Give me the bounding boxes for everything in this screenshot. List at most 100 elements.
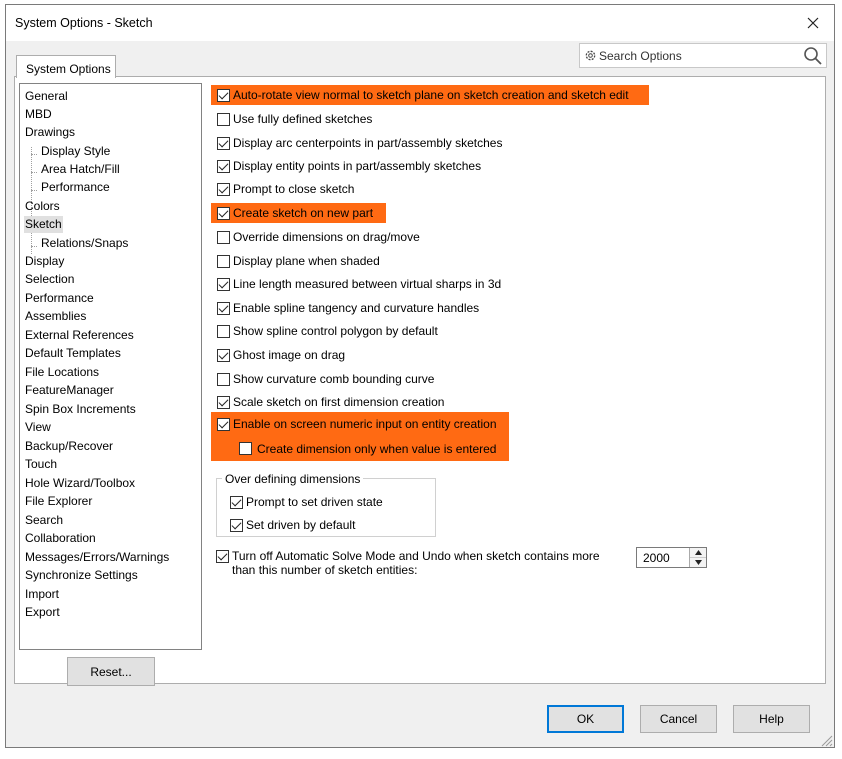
tree-connector: [31, 172, 37, 173]
sketch-entity-limit-spinbox[interactable]: 2000: [636, 547, 707, 568]
tree-item-collaboration[interactable]: Collaboration: [24, 530, 97, 547]
resize-grip-icon[interactable]: [819, 733, 833, 747]
tree-item-sketch[interactable]: Sketch: [24, 216, 63, 233]
ok-button[interactable]: OK: [547, 705, 624, 733]
option-set-driven-by-default[interactable]: Set driven by default: [230, 515, 355, 535]
option-spline-handles[interactable]: Enable spline tangency and curvature han…: [217, 298, 479, 318]
option-label: Create dimension only when value is ente…: [257, 441, 497, 456]
tree-item-featuremanager[interactable]: FeatureManager: [24, 382, 115, 399]
checkbox[interactable]: [217, 324, 230, 338]
help-label: Help: [759, 712, 784, 726]
tree-item-assemblies[interactable]: Assemblies: [24, 308, 87, 325]
tree-item-colors[interactable]: Colors: [24, 198, 61, 215]
checkbox[interactable]: [217, 301, 230, 315]
tree-item-drawings-performance[interactable]: Performance: [40, 179, 111, 196]
cancel-button[interactable]: Cancel: [640, 705, 717, 733]
cancel-label: Cancel: [659, 712, 698, 726]
tree-item-selection[interactable]: Selection: [24, 271, 75, 288]
option-label: Use fully defined sketches: [233, 112, 373, 126]
option-label: Display plane when shaded: [233, 254, 380, 268]
tree-item-external-references[interactable]: External References: [24, 327, 135, 344]
option-show-spline-control-polygon[interactable]: Show spline control polygon by default: [217, 321, 438, 341]
close-button[interactable]: [800, 11, 826, 35]
checkbox[interactable]: [217, 136, 230, 150]
tree-item-export[interactable]: Export: [24, 604, 61, 621]
checkbox[interactable]: [217, 88, 230, 102]
option-ghost-image-on-drag[interactable]: Ghost image on drag: [217, 345, 345, 365]
spin-down-button[interactable]: [690, 558, 706, 567]
checkbox[interactable]: [217, 254, 230, 268]
window-title: System Options - Sketch: [15, 16, 153, 30]
reset-button[interactable]: Reset...: [67, 657, 155, 686]
category-tree[interactable]: General MBD Drawings Display Style Area …: [19, 83, 202, 650]
tree-item-default-templates[interactable]: Default Templates: [24, 345, 122, 362]
option-scale-sketch-first-dimension[interactable]: Scale sketch on first dimension creation: [217, 392, 444, 412]
checkbox[interactable]: [216, 550, 229, 563]
checkbox[interactable]: [217, 230, 230, 244]
tab-system-options[interactable]: System Options: [16, 55, 116, 78]
tree-item-area-hatch-fill[interactable]: Area Hatch/Fill: [40, 161, 121, 178]
tree-item-search[interactable]: Search: [24, 512, 64, 529]
tree-item-hole-wizard-toolbox[interactable]: Hole Wizard/Toolbox: [24, 475, 136, 492]
tree-item-backup-recover[interactable]: Backup/Recover: [24, 438, 114, 455]
checkbox[interactable]: [217, 182, 230, 196]
help-button[interactable]: Help: [733, 705, 810, 733]
option-label: Auto-rotate view normal to sketch plane …: [233, 88, 629, 102]
option-label: Turn off Automatic Solve Mode and Undo w…: [232, 549, 600, 577]
search-icon[interactable]: [803, 46, 823, 66]
option-display-plane-when-shaded[interactable]: Display plane when shaded: [217, 251, 380, 271]
checkbox[interactable]: [217, 112, 230, 126]
title-bar: System Options - Sketch: [6, 5, 834, 41]
tree-item-display[interactable]: Display: [24, 253, 65, 270]
option-display-entity-points[interactable]: Display entity points in part/assembly s…: [217, 156, 481, 176]
option-curvature-comb-bounding[interactable]: Show curvature comb bounding curve: [217, 369, 434, 389]
tree-item-touch[interactable]: Touch: [24, 456, 58, 473]
checkbox[interactable]: [217, 277, 230, 291]
tree-item-performance[interactable]: Performance: [24, 290, 95, 307]
checkbox[interactable]: [217, 348, 230, 362]
option-use-fully-defined-sketches[interactable]: Use fully defined sketches: [217, 109, 372, 129]
option-turn-off-automatic-solve[interactable]: Turn off Automatic Solve Mode and Undo w…: [216, 549, 626, 577]
tree-item-file-locations[interactable]: File Locations: [24, 364, 100, 381]
option-create-sketch-on-new-part[interactable]: Create sketch on new part: [211, 203, 386, 223]
option-label: Line length measured between virtual sha…: [233, 277, 502, 291]
option-label: Show spline control polygon by default: [233, 324, 438, 338]
tree-item-messages-errors-warnings[interactable]: Messages/Errors/Warnings: [24, 549, 170, 566]
checkbox[interactable]: [217, 395, 230, 409]
checkbox[interactable]: [217, 159, 230, 173]
option-label: Scale sketch on first dimension creation: [233, 395, 445, 409]
tree-item-general[interactable]: General: [24, 88, 69, 105]
option-numeric-input-on-creation[interactable]: Enable on screen numeric input on entity…: [211, 412, 509, 436]
spin-up-button[interactable]: [690, 548, 706, 558]
option-line-length-virtual-sharps[interactable]: Line length measured between virtual sha…: [217, 274, 501, 294]
tree-item-file-explorer[interactable]: File Explorer: [24, 493, 93, 510]
option-prompt-set-driven-state[interactable]: Prompt to set driven state: [230, 492, 383, 512]
checkbox[interactable]: [230, 518, 243, 532]
option-label: Prompt to set driven state: [246, 495, 383, 509]
search-options-field[interactable]: Search Options: [579, 43, 827, 68]
option-display-arc-centerpoints[interactable]: Display arc centerpoints in part/assembl…: [217, 133, 502, 153]
option-auto-rotate-view[interactable]: Auto-rotate view normal to sketch plane …: [211, 85, 649, 105]
checkbox[interactable]: [239, 442, 252, 455]
checkbox[interactable]: [230, 495, 243, 509]
spinbox-value[interactable]: 2000: [643, 551, 670, 565]
tree-item-synchronize-settings[interactable]: Synchronize Settings: [24, 567, 139, 584]
tree-item-import[interactable]: Import: [24, 586, 60, 603]
tree-item-relations-snaps[interactable]: Relations/Snaps: [40, 235, 129, 252]
option-create-dimension-when-entered[interactable]: Create dimension only when value is ente…: [211, 436, 509, 461]
checkbox[interactable]: [217, 206, 230, 220]
checkbox[interactable]: [217, 417, 230, 431]
tree-item-spin-box-increments[interactable]: Spin Box Increments: [24, 401, 137, 418]
option-override-dimensions[interactable]: Override dimensions on drag/move: [217, 227, 420, 247]
option-prompt-to-close-sketch[interactable]: Prompt to close sketch: [217, 179, 354, 199]
tree-item-drawings[interactable]: Drawings: [24, 124, 76, 141]
option-label: Enable spline tangency and curvature han…: [233, 301, 480, 315]
option-label: Enable on screen numeric input on entity…: [233, 417, 497, 431]
checkbox[interactable]: [217, 372, 230, 386]
tree-item-display-style[interactable]: Display Style: [40, 143, 111, 160]
tree-item-view[interactable]: View: [24, 419, 52, 436]
close-icon: [807, 17, 819, 29]
option-label: Show curvature comb bounding curve: [233, 372, 435, 386]
option-label: Create sketch on new part: [233, 206, 374, 220]
tree-item-mbd[interactable]: MBD: [24, 106, 53, 123]
